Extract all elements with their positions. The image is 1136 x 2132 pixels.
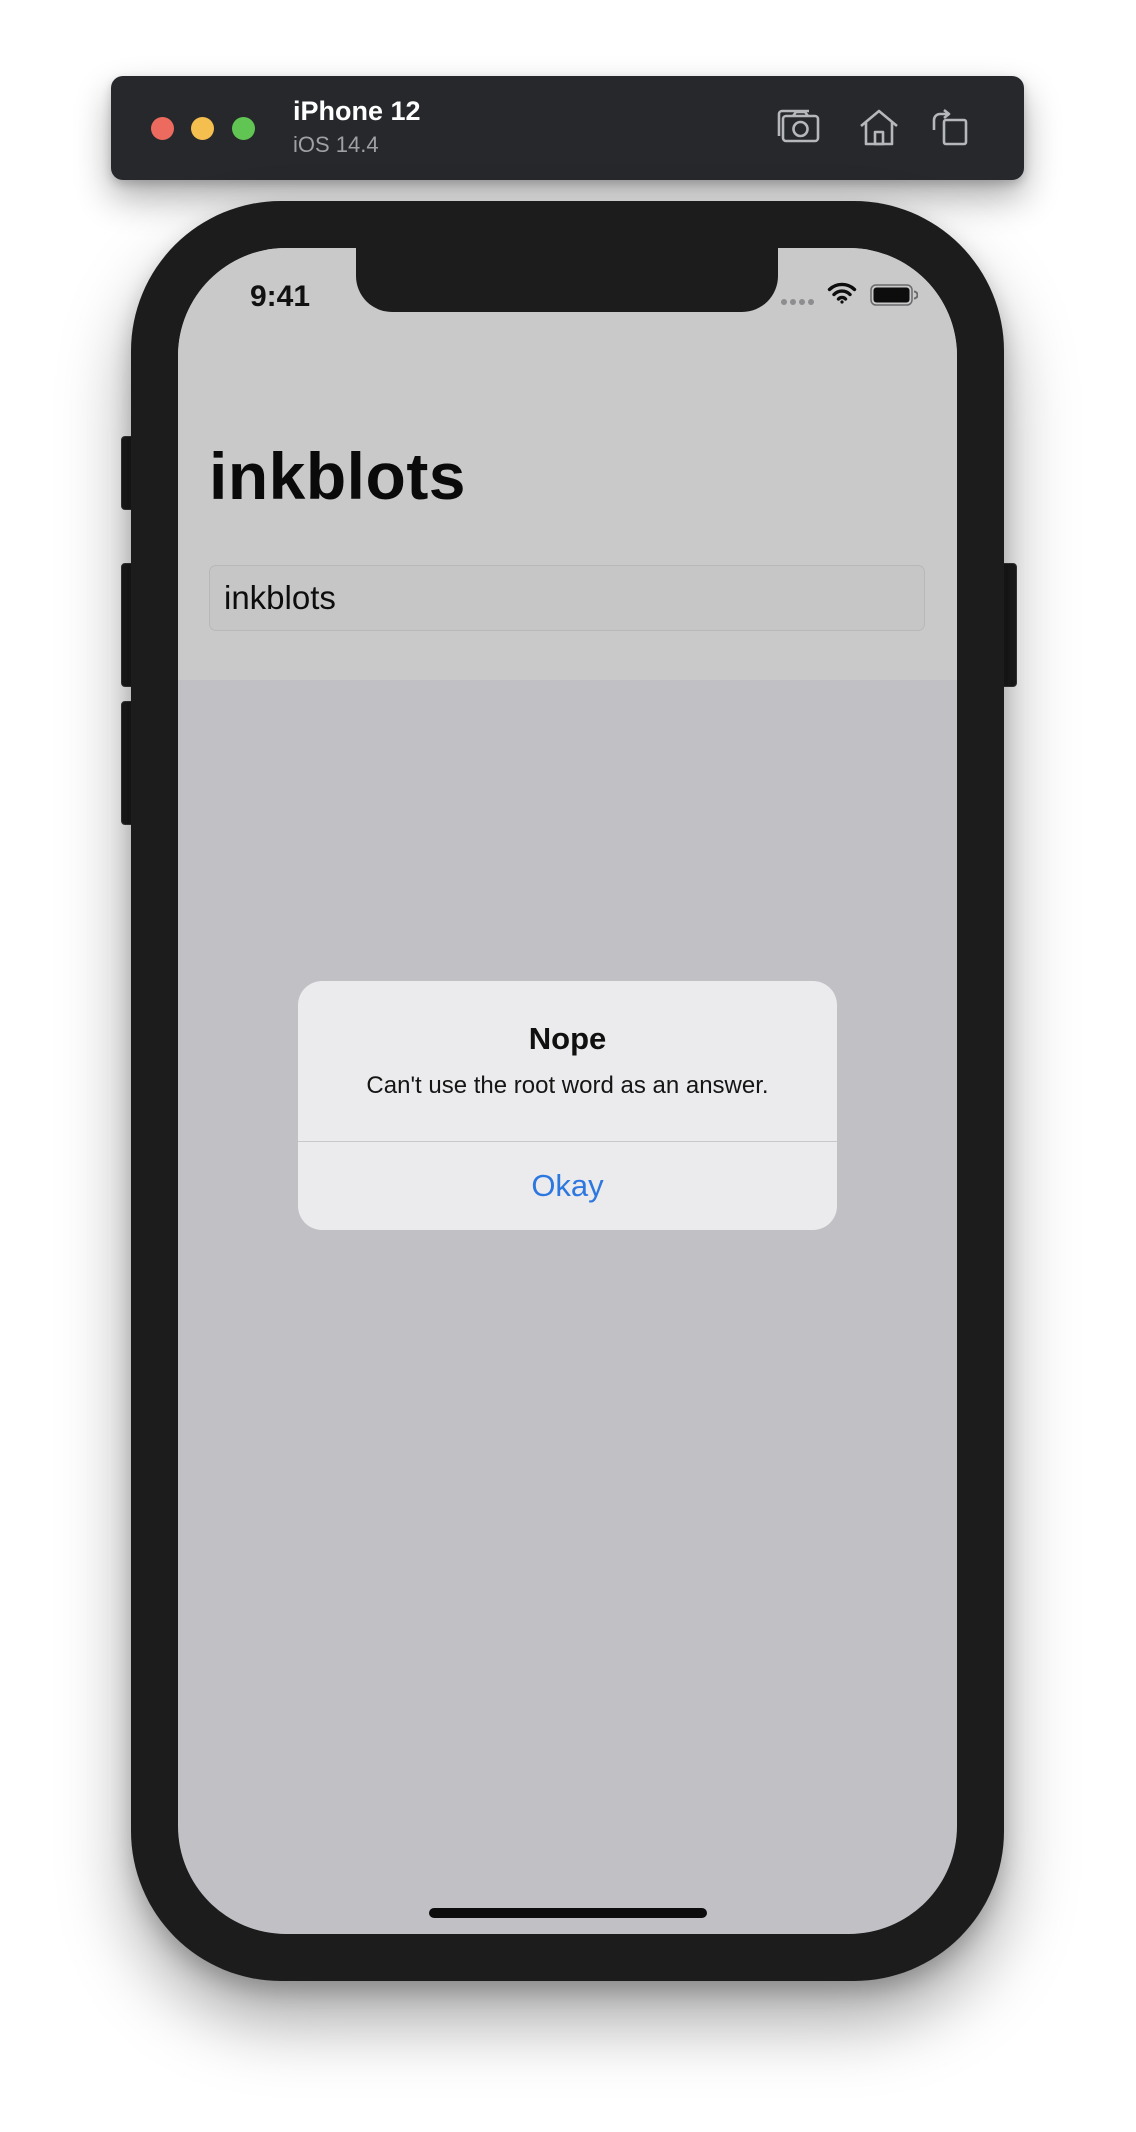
- home-indicator[interactable]: [429, 1908, 707, 1918]
- answer-text-field[interactable]: inkblots: [209, 565, 925, 631]
- alert-title: Nope: [528, 1021, 607, 1056]
- alert-dialog: Nope Can't use the root word as an answe…: [298, 981, 837, 1230]
- status-time: 9:41: [250, 280, 311, 313]
- home-icon[interactable]: [856, 106, 902, 148]
- camera-notch: [356, 248, 778, 312]
- page-title: inkblots: [209, 439, 467, 513]
- simulator-window: iPhone 12 iOS 14.4 9:41 inkblots inkblot…: [0, 0, 1136, 2132]
- close-window-button[interactable]: [151, 117, 174, 140]
- cellular-signal-icon: [781, 299, 814, 305]
- okay-button[interactable]: Okay: [298, 1142, 837, 1230]
- device-name: iPhone 12: [293, 96, 421, 126]
- zoom-window-button[interactable]: [232, 117, 255, 140]
- wifi-icon: [827, 282, 857, 304]
- phone-screen: 9:41 inkblots inkblots Nope Can't use th…: [178, 248, 957, 1934]
- os-version: iOS 14.4: [293, 132, 379, 157]
- iphone-frame: 9:41 inkblots inkblots Nope Can't use th…: [131, 201, 1004, 1981]
- rotate-icon[interactable]: [928, 106, 974, 148]
- minimize-window-button[interactable]: [191, 117, 214, 140]
- simulator-toolbar: iPhone 12 iOS 14.4: [111, 76, 1024, 180]
- screenshot-icon[interactable]: [776, 106, 822, 148]
- alert-message: Can't use the root word as an answer.: [366, 1072, 769, 1099]
- power-button: [1003, 563, 1017, 687]
- battery-icon: [870, 284, 918, 306]
- navigation-bar: 9:41 inkblots inkblots: [178, 248, 957, 680]
